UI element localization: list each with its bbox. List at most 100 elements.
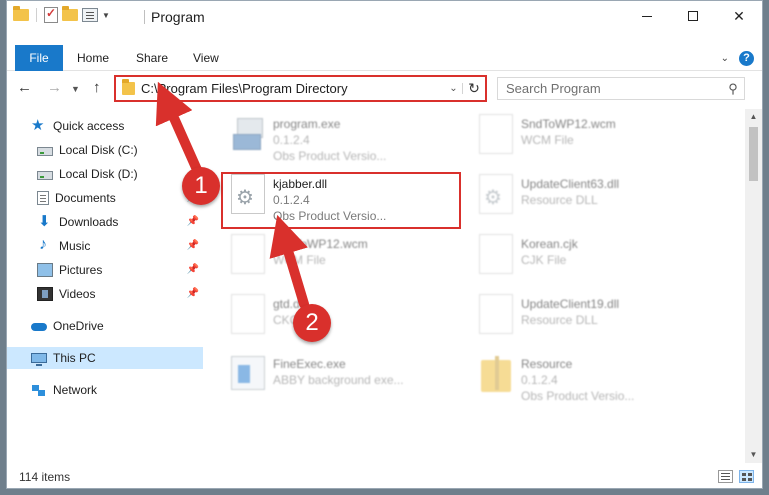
- file-name: Resource: [521, 357, 573, 371]
- explorer-window: ▼ Program ✕ File Home Share View ⌄ ? ← →…: [6, 0, 763, 489]
- file-item[interactable]: Korean.cjk CJK File: [457, 229, 697, 287]
- forward-arrow-icon[interactable]: →: [47, 79, 62, 96]
- file-version: 0.1.2.4: [273, 133, 310, 147]
- file-item[interactable]: gtd.dll CKC: [209, 289, 449, 347]
- tab-file[interactable]: File: [15, 45, 63, 71]
- sidebar-item-onedrive[interactable]: OneDrive: [7, 315, 203, 337]
- address-bar[interactable]: C:\Program Files\Program Directory ⌄ ↻: [114, 75, 487, 102]
- customize-toolbar-chevron-icon[interactable]: ▼: [102, 11, 110, 20]
- network-icon: [31, 383, 47, 397]
- file-name: SndToWP12.wcm: [521, 117, 616, 131]
- sidebar-item-downloads[interactable]: Downloads 📌: [7, 211, 203, 233]
- file-item[interactable]: FineExec.exe ABBY background exe...: [209, 349, 449, 407]
- title-divider: [144, 10, 145, 24]
- properties-check-icon[interactable]: [44, 6, 58, 23]
- file-type: CJK File: [521, 253, 567, 267]
- pin-icon[interactable]: 📌: [187, 264, 199, 275]
- window-title: Program: [151, 9, 205, 25]
- file-item[interactable]: program.exe 0.1.2.4 Obs Product Versio..…: [209, 109, 449, 167]
- sidebar-item-label: Pictures: [59, 263, 103, 277]
- refresh-icon[interactable]: ↻: [463, 80, 485, 97]
- file-name: program.exe: [273, 117, 341, 131]
- vertical-scrollbar[interactable]: ▲ ▼: [745, 109, 762, 463]
- file-version: 0.1.2.4: [273, 193, 310, 207]
- large-icons-view-icon[interactable]: [739, 470, 754, 483]
- file-name: FineExec.exe: [273, 357, 346, 371]
- search-box[interactable]: ⚲: [497, 77, 745, 100]
- expand-ribbon-chevron-icon[interactable]: ⌄: [721, 53, 729, 64]
- sidebar-item-documents[interactable]: Documents 📌: [7, 187, 203, 209]
- details-view-icon[interactable]: [718, 470, 733, 483]
- navigation-bar: ← → ▼ ↑ C:\Program Files\Program Directo…: [7, 73, 762, 105]
- quick-access-toolbar: ▼: [13, 6, 110, 23]
- help-icon[interactable]: ?: [739, 51, 754, 66]
- sidebar-item-label: Downloads: [59, 215, 119, 229]
- title-bar: ▼ Program ✕: [7, 1, 762, 33]
- search-icon[interactable]: ⚲: [722, 81, 744, 97]
- sidebar-item-label: Videos: [59, 287, 96, 301]
- file-name: UpdateClient19.dll: [521, 297, 620, 311]
- file-item-kjabber-dll[interactable]: kjabber.dll 0.1.2.4 Obs Product Versio..…: [209, 169, 449, 227]
- file-type: Resource DLL: [521, 193, 598, 207]
- file-type: WCM File: [273, 253, 326, 267]
- minimize-button[interactable]: [624, 1, 670, 31]
- music-icon: [37, 236, 53, 254]
- sidebar-item-local-disk-c[interactable]: Local Disk (C:): [7, 139, 203, 161]
- tab-home[interactable]: Home: [69, 45, 117, 71]
- new-folder-icon[interactable]: [62, 6, 78, 21]
- file-icon: [231, 294, 265, 334]
- documents-icon: [37, 191, 49, 205]
- back-arrow-icon[interactable]: ←: [17, 79, 32, 96]
- sidebar-item-pictures[interactable]: Pictures 📌: [7, 259, 203, 281]
- ribbon-right-controls: ⌄ ?: [721, 51, 754, 66]
- maximize-icon: [688, 11, 698, 21]
- sidebar-item-local-disk-d[interactable]: Local Disk (D:): [7, 163, 203, 185]
- minimize-icon: [642, 15, 652, 17]
- file-name: Korean.cjk: [521, 237, 578, 251]
- file-version: 0.1.2.4: [521, 373, 558, 387]
- downloads-icon: [37, 212, 53, 230]
- this-pc-icon: [31, 353, 47, 366]
- file-item[interactable]: Resource 0.1.2.4 Obs Product Versio...: [457, 349, 697, 407]
- file-description: ABBY background exe...: [273, 373, 404, 387]
- tab-view[interactable]: View: [185, 45, 227, 71]
- file-item[interactable]: UpdateClient19.dll Resource DLL: [457, 289, 697, 347]
- sidebar-item-this-pc[interactable]: This PC: [7, 347, 203, 369]
- up-arrow-icon[interactable]: ↑: [93, 79, 101, 96]
- navigation-pane: Quick access Local Disk (C:) Local Disk …: [7, 111, 203, 461]
- view-switcher: [718, 470, 754, 483]
- tab-share[interactable]: Share: [128, 45, 176, 71]
- sidebar-item-label: Network: [53, 383, 98, 397]
- address-path[interactable]: C:\Program Files\Program Directory: [141, 81, 445, 96]
- sidebar-item-label: Quick access: [53, 119, 125, 133]
- maximize-button[interactable]: [670, 1, 716, 31]
- item-count: 114 items: [19, 470, 71, 484]
- pin-icon[interactable]: 📌: [187, 192, 199, 203]
- sidebar-item-videos[interactable]: Videos 📌: [7, 283, 203, 305]
- scroll-up-arrow-icon[interactable]: ▲: [745, 109, 762, 125]
- close-button[interactable]: ✕: [716, 1, 762, 31]
- sidebar-item-label: Local Disk (D:): [59, 167, 138, 181]
- pin-icon[interactable]: 📌: [187, 240, 199, 251]
- file-icon: [231, 234, 265, 274]
- pin-icon[interactable]: 📌: [187, 216, 199, 227]
- folder-icon: [13, 6, 29, 21]
- properties-icon[interactable]: [82, 8, 98, 22]
- exe-icon: [231, 114, 265, 154]
- sidebar-item-label: Documents: [55, 191, 116, 205]
- file-item[interactable]: UpdateClient63.dll Resource DLL: [457, 169, 697, 227]
- scrollbar-thumb[interactable]: [749, 127, 758, 181]
- recent-locations-chevron-icon[interactable]: ▼: [71, 84, 80, 94]
- videos-icon: [37, 287, 53, 301]
- pin-icon[interactable]: 📌: [187, 288, 199, 299]
- scroll-down-arrow-icon[interactable]: ▼: [745, 447, 762, 463]
- address-folder-icon: [122, 79, 135, 95]
- address-dropdown-chevron-icon[interactable]: ⌄: [445, 83, 463, 94]
- ribbon-tabs: File Home Share View ⌄ ?: [7, 45, 762, 71]
- sidebar-item-quick-access[interactable]: Quick access: [7, 115, 203, 137]
- file-item[interactable]: SndToWP12.wcm WCM File: [209, 229, 449, 287]
- search-input[interactable]: [506, 81, 722, 96]
- sidebar-item-network[interactable]: Network: [7, 379, 203, 401]
- file-item[interactable]: SndToWP12.wcm WCM File: [457, 109, 697, 167]
- sidebar-item-music[interactable]: Music 📌: [7, 235, 203, 257]
